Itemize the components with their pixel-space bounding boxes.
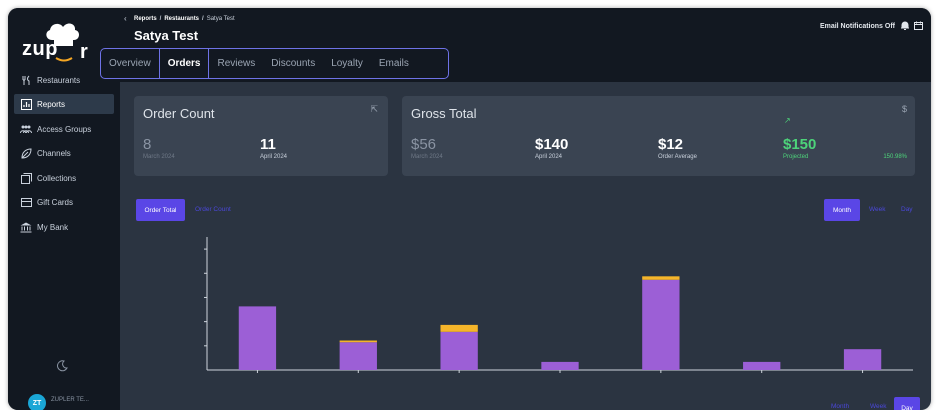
tab-emails[interactable]: Emails — [371, 49, 417, 78]
breadcrumb-separator: / — [159, 16, 162, 22]
tab-reviews[interactable]: Reviews — [209, 49, 263, 78]
users-icon — [20, 123, 32, 135]
collapse-chevron-icon[interactable]: ‹ — [124, 14, 127, 23]
projected-percent: 150.98% — [883, 154, 907, 160]
bar-cap[interactable] — [440, 324, 478, 332]
sidebar-item-label: Reports — [37, 99, 66, 109]
bell-icon[interactable] — [901, 21, 909, 32]
orders-bar-chart — [204, 237, 913, 373]
sidebar-item-collections[interactable]: Collections — [14, 168, 114, 188]
bar[interactable] — [642, 279, 680, 370]
period-month-button[interactable]: Month — [824, 199, 860, 221]
bottom-week-link[interactable]: Week — [870, 403, 887, 410]
gift-card-icon — [20, 196, 32, 208]
page-title: Satya Test — [134, 28, 199, 43]
sidebar-item-label: Gift Cards — [37, 197, 74, 207]
report-icon — [20, 98, 32, 110]
order-count-cur-value: 11 — [260, 136, 276, 153]
bottom-day-button[interactable]: Day — [894, 397, 920, 410]
sidebar-item-label: Collections — [37, 173, 77, 183]
sidebar-item-label: Channels — [37, 148, 71, 158]
app-window: r zup Restaurants Reports Access Groups — [8, 8, 931, 410]
tab-discounts[interactable]: Discounts — [263, 49, 323, 78]
tab-orders[interactable]: Orders — [158, 49, 210, 78]
bar[interactable] — [843, 349, 882, 370]
dollar-icon: $ — [901, 104, 907, 114]
tab-loyalty[interactable]: Loyalty — [323, 49, 371, 78]
gross-total-title: Gross Total — [411, 106, 477, 121]
brand-logo[interactable]: r zup — [20, 18, 110, 68]
gross-prev-value: $56 — [411, 136, 437, 153]
order-count-title: Order Count — [143, 106, 215, 121]
bar[interactable] — [541, 361, 579, 370]
sidebar-item-restaurants[interactable]: Restaurants — [14, 70, 114, 90]
sidebar-item-reports[interactable]: Reports — [14, 94, 114, 114]
period-week-link[interactable]: Week — [869, 206, 886, 213]
gross-cur-label: April 2024 — [535, 154, 563, 160]
sidebar-item-access-groups[interactable]: Access Groups — [14, 119, 114, 139]
sidebar-item-gift-cards[interactable]: Gift Cards — [14, 192, 114, 212]
bottom-month-link[interactable]: Month — [831, 403, 849, 410]
breadcrumb-restaurants[interactable]: Restaurants — [164, 16, 199, 22]
gross-cur-value: $140 — [535, 136, 569, 153]
avatar[interactable]: ZT — [28, 394, 46, 410]
projected-value: $150 — [783, 136, 817, 153]
order-count-cur-label: April 2024 — [260, 154, 288, 160]
order-count-toggle-link[interactable]: Order Count — [195, 206, 231, 213]
sidebar-item-label: My Bank — [37, 222, 69, 232]
trend-up-icon: ↗ — [784, 116, 791, 125]
bar[interactable] — [440, 331, 478, 370]
bar[interactable] — [743, 361, 781, 370]
sort-up-icon[interactable]: ⇱ — [370, 104, 378, 115]
projected-label: Projected — [783, 154, 809, 160]
user-name: ZUPLER TE... — [51, 397, 89, 403]
breadcrumb-current: Satya Test — [206, 16, 235, 22]
sidebar-item-my-bank[interactable]: My Bank — [14, 217, 114, 237]
breadcrumb-separator: / — [202, 16, 204, 22]
leaf-icon — [20, 147, 32, 159]
sidebar-item-label: Restaurants — [37, 75, 81, 85]
breadcrumb: Reports / Restaurants / Satya Test — [134, 16, 235, 22]
logo-text: zup — [22, 38, 58, 60]
order-count-card: Order Count ⇱ 8 March 2024 11 April 2024 — [134, 96, 388, 176]
order-total-toggle-button[interactable]: Order Total — [136, 199, 185, 221]
bank-icon — [20, 221, 32, 233]
theme-toggle-moon-icon[interactable] — [56, 360, 68, 375]
bar-cap[interactable] — [642, 276, 680, 280]
sidebar-item-channels[interactable]: Channels — [14, 143, 114, 163]
sidebar-item-label: Access Groups — [37, 124, 92, 134]
calendar-icon[interactable] — [914, 21, 923, 32]
order-average-value: $12 — [658, 136, 684, 153]
svg-text:r: r — [80, 41, 88, 63]
tab-bar: Overview Orders Reviews Discounts Loyalt… — [100, 48, 449, 79]
gross-prev-label: March 2024 — [411, 154, 443, 160]
bar[interactable] — [238, 306, 277, 370]
order-count-prev-value: 8 — [143, 136, 152, 153]
bar-cap[interactable] — [339, 340, 377, 343]
period-day-link[interactable]: Day — [901, 206, 913, 213]
email-notification-status[interactable]: Email Notifications Off — [820, 23, 895, 30]
fork-knife-icon — [20, 74, 32, 86]
gross-total-card: Gross Total $ ↗ $56 March 2024 $140 Apri… — [402, 96, 915, 176]
order-average-label: Order Average — [658, 154, 697, 160]
bar[interactable] — [339, 342, 377, 370]
breadcrumb-reports[interactable]: Reports — [134, 16, 157, 22]
collections-icon — [20, 172, 32, 184]
order-count-prev-label: March 2024 — [143, 154, 175, 160]
tab-overview[interactable]: Overview — [101, 49, 159, 78]
